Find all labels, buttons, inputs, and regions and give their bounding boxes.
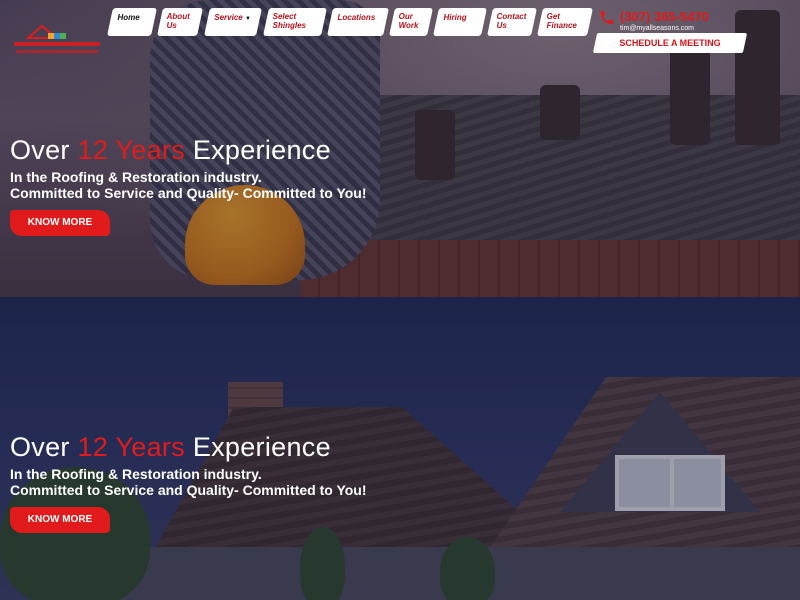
nav-item-locations[interactable]: Locations — [327, 8, 389, 36]
hero-subtitle-line-1: In the Roofing & Restoration industry. — [10, 466, 262, 482]
nav-label: Contact Us — [496, 12, 527, 30]
chevron-down-icon: ▼ — [244, 16, 251, 22]
nav-item-hiring[interactable]: Hiring — [433, 8, 487, 36]
hero-title-highlight: 12 Years — [77, 135, 186, 165]
nav-item-our-work[interactable]: Our Work — [389, 8, 433, 36]
nav-label: Select Shingles — [272, 12, 306, 30]
nav-item-home[interactable]: Home — [107, 8, 157, 36]
hero-title-highlight: 12 Years — [77, 432, 186, 462]
nav-item-get-finance[interactable]: Get Finance — [537, 8, 593, 36]
hero-title: Over 12 Years Experience — [10, 432, 331, 462]
nav-item-service[interactable]: Service ▼ — [204, 8, 262, 36]
phone-number-link[interactable]: (307) 365-5470 — [620, 9, 709, 24]
schedule-meeting-label: SCHEDULE A MEETING — [619, 38, 721, 48]
hero-text-block: Over 12 Years Experience In the Roofing … — [10, 432, 367, 533]
hero-subtitle-line-1: In the Roofing & Restoration industry. — [10, 169, 262, 185]
hero-text-block: Over 12 Years Experience In the Roofing … — [10, 135, 367, 236]
email-link[interactable]: tim@myallseasons.com — [620, 25, 694, 32]
nav-item-contact-us[interactable]: Contact Us — [487, 8, 537, 36]
nav-label: Hiring — [443, 13, 467, 22]
nav-item-about-us[interactable]: About Us — [157, 8, 203, 36]
nav-label: Home — [117, 13, 140, 22]
hero-subtitle-line-2: Committed to Service and Quality- Commit… — [10, 482, 367, 498]
nav-item-select-shingles[interactable]: Select Shingles — [263, 8, 327, 36]
hero-title: Over 12 Years Experience — [10, 135, 331, 165]
know-more-button[interactable]: KNOW MORE — [10, 210, 110, 236]
know-more-button[interactable]: KNOW MORE — [10, 507, 110, 533]
hero-slide-2: Over 12 Years Experience In the Roofing … — [0, 297, 800, 600]
nav-label: Locations — [337, 13, 376, 22]
nav-label: About Us — [166, 12, 190, 30]
nav-label: Service ▼ — [214, 13, 251, 22]
nav-label: Get Finance — [546, 12, 577, 30]
nav-label: Our Work — [398, 12, 419, 30]
hero-subtitle-line-2: Committed to Service and Quality- Commit… — [10, 185, 367, 201]
phone-icon — [600, 11, 613, 25]
logo-icon — [14, 24, 100, 53]
company-logo[interactable] — [12, 22, 102, 64]
schedule-meeting-button[interactable]: SCHEDULE A MEETING — [592, 33, 748, 53]
